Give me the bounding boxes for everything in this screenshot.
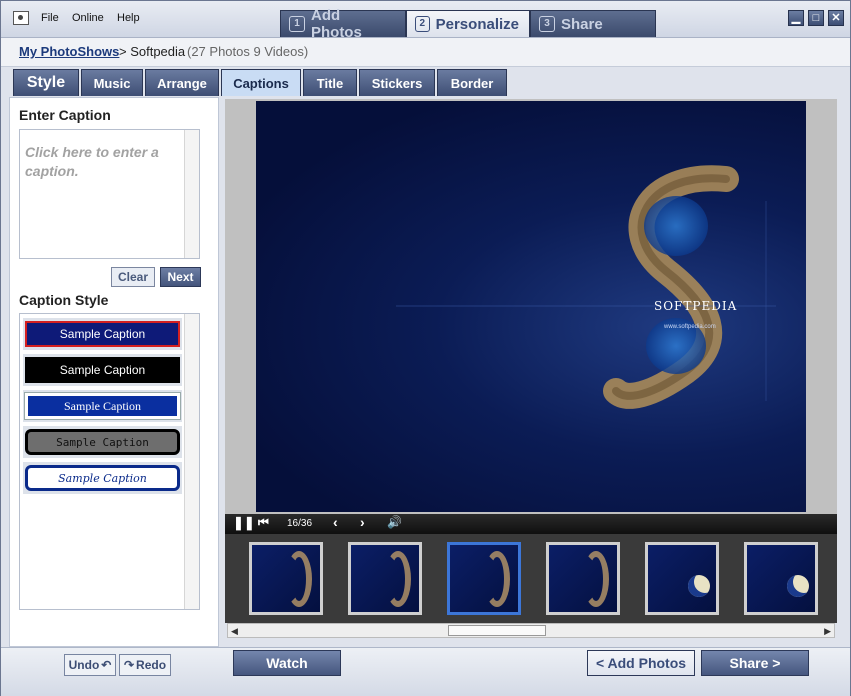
skip-back-icon[interactable]: ⏮ [258, 515, 269, 530]
undo-button[interactable]: Undo ↶ [64, 654, 116, 676]
menu-file[interactable]: File [41, 12, 59, 24]
tab-arrange[interactable]: Arrange [145, 69, 219, 96]
preview-photo: SOFTPEDIA www.softpedia.com [256, 101, 806, 512]
captions-panel: Enter Caption Click here to enter a capt… [9, 97, 219, 647]
maximize-icon: □ [812, 12, 820, 24]
scroll-right-icon[interactable]: ▶ [824, 626, 831, 637]
minimize-icon: ▁ [791, 12, 801, 24]
caption-style-option[interactable]: Sample Caption [23, 318, 182, 350]
thumbnail[interactable] [348, 542, 422, 615]
minimize-button[interactable]: ▁ [788, 10, 804, 26]
maximize-button[interactable]: □ [808, 10, 824, 26]
previous-icon[interactable]: ‹ [333, 514, 338, 530]
redo-icon: ↷ [123, 658, 135, 672]
slide-counter: 16/36 [287, 518, 313, 529]
thumbnail[interactable] [249, 542, 323, 615]
breadcrumb: My PhotoShows > Softpedia (27 Photos 9 V… [1, 38, 850, 67]
share-button[interactable]: Share > [701, 650, 809, 676]
caption-input[interactable]: Click here to enter a caption. [19, 129, 200, 259]
photo-url: www.softpedia.com [664, 324, 716, 330]
caption-style-scrollbar[interactable] [184, 314, 199, 609]
tab-stickers[interactable]: Stickers [359, 69, 435, 96]
pause-icon[interactable]: ❚❚ [233, 515, 255, 531]
menu-online[interactable]: Online [72, 12, 104, 24]
caption-scrollbar[interactable] [184, 130, 199, 258]
volume-icon[interactable]: 🔊 [387, 515, 402, 529]
next-button[interactable]: Next [160, 267, 201, 287]
sample-caption: Sample Caption [25, 321, 180, 347]
breadcrumb-current: > Softpedia [119, 44, 186, 59]
caption-style-heading: Caption Style [19, 292, 109, 308]
step-personalize[interactable]: 2 Personalize [406, 10, 530, 37]
next-icon[interactable]: › [360, 514, 365, 530]
filmstrip-scrollbar[interactable]: ◀ ▶ [227, 623, 835, 638]
step-number: 1 [289, 16, 305, 32]
thumbnail[interactable] [645, 542, 719, 615]
step-number: 2 [415, 16, 430, 32]
moon-icon [787, 575, 809, 597]
undo-label: Undo [68, 658, 100, 672]
step-add-photos[interactable]: 1 Add Photos [280, 7, 406, 41]
close-icon: ✕ [831, 12, 841, 24]
scrollbar-thumb[interactable] [448, 625, 546, 636]
title-bar: File Online Help 1 Add Photos 2 Personal… [1, 1, 850, 41]
island-icon [484, 551, 510, 607]
thumbnail[interactable] [744, 542, 818, 615]
island-icon [583, 551, 609, 607]
island-icon [286, 551, 312, 607]
step-number: 3 [539, 16, 555, 32]
step-share[interactable]: 3 Share [530, 10, 656, 37]
tab-music[interactable]: Music [81, 69, 143, 96]
sample-caption: Sample Caption [25, 465, 180, 491]
caption-style-list: Sample Caption Sample Caption Sample Cap… [19, 313, 200, 610]
wizard-steps: 1 Add Photos 2 Personalize 3 Share [280, 7, 656, 41]
caption-style-option[interactable]: Sample Caption [23, 390, 182, 422]
enter-caption-heading: Enter Caption [19, 107, 111, 123]
tab-border[interactable]: Border [437, 69, 507, 96]
sample-caption: Sample Caption [24, 392, 181, 420]
camera-icon[interactable] [13, 11, 29, 25]
media-count: (27 Photos 9 Videos) [187, 44, 309, 59]
tab-title[interactable]: Title [303, 69, 357, 96]
moon-icon [688, 575, 710, 597]
add-photos-button[interactable]: < Add Photos [587, 650, 695, 676]
breadcrumb-link[interactable]: My PhotoShows [19, 44, 119, 59]
watch-button[interactable]: Watch [233, 650, 341, 676]
app-window: File Online Help 1 Add Photos 2 Personal… [0, 0, 851, 696]
thumbnail[interactable] [546, 542, 620, 615]
redo-label: Redo [136, 658, 167, 672]
tab-bar: Style Music Arrange Captions Title Stick… [13, 69, 509, 97]
island-icon [385, 551, 411, 607]
preview-stage: SOFTPEDIA www.softpedia.com [225, 99, 837, 514]
step-label: Share [561, 15, 603, 33]
close-button[interactable]: ✕ [828, 10, 844, 26]
photo-title: SOFTPEDIA [654, 299, 738, 313]
tab-style[interactable]: Style [13, 69, 79, 96]
step-label: Personalize [435, 15, 519, 33]
redo-button[interactable]: ↷ Redo [119, 654, 171, 676]
caption-style-option[interactable]: Sample Caption [23, 354, 182, 386]
filmstrip [225, 534, 837, 623]
caption-placeholder: Click here to enter a caption. [25, 144, 159, 179]
thumbnail-selected[interactable] [447, 542, 521, 615]
sample-caption: Sample Caption [25, 357, 180, 383]
caption-style-option[interactable]: Sample Caption [23, 462, 182, 494]
sample-caption: Sample Caption [25, 429, 180, 455]
clear-button[interactable]: Clear [111, 267, 155, 287]
bottom-toolbar: Undo ↶ ↷ Redo Watch < Add Photos Share > [1, 647, 850, 696]
menu-help[interactable]: Help [117, 12, 140, 24]
scroll-left-icon[interactable]: ◀ [231, 626, 238, 637]
caption-style-option[interactable]: Sample Caption [23, 426, 182, 458]
player-controls: ❚❚ ⏮ 16/36 ‹ › 🔊 [225, 514, 837, 534]
tab-captions[interactable]: Captions [221, 69, 301, 96]
undo-icon: ↶ [101, 658, 112, 672]
step-label: Add Photos [310, 7, 362, 41]
